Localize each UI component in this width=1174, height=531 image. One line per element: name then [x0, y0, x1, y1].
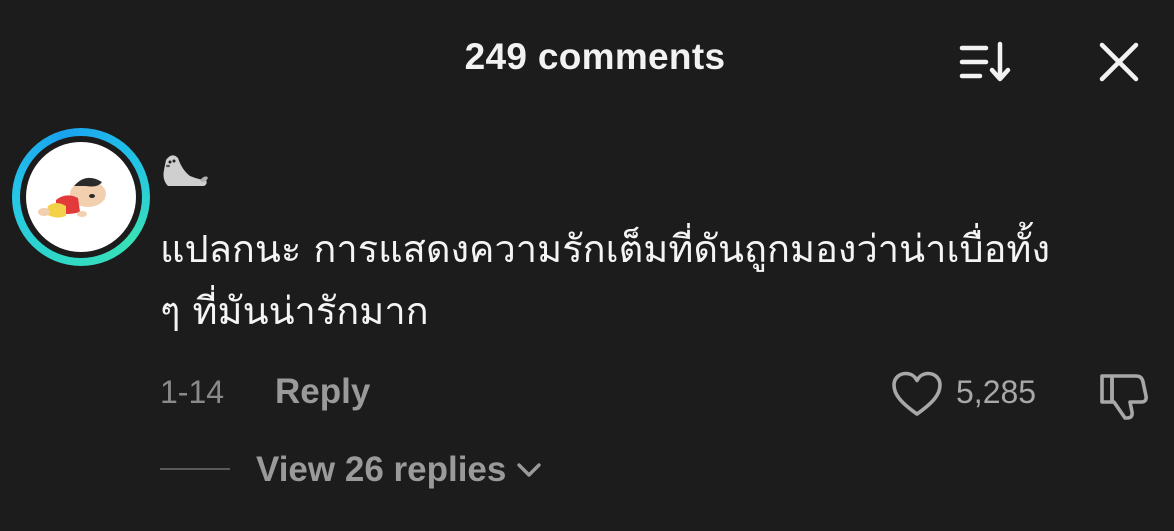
like-button[interactable] [890, 370, 944, 418]
close-icon [1099, 42, 1139, 82]
sort-descending-icon [959, 41, 1011, 82]
chevron-down-icon [517, 463, 542, 477]
comment-text-line-2: ๆ ที่มันน่ารักมาก [160, 289, 429, 333]
close-button[interactable] [1096, 40, 1142, 84]
avatar-image [26, 142, 136, 252]
heart-icon [892, 371, 942, 416]
dislike-button[interactable] [1098, 370, 1152, 422]
seal-icon [163, 155, 208, 186]
username-emoji[interactable] [160, 150, 210, 190]
like-count: 5,285 [956, 374, 1037, 410]
comment-date: 1-14 [160, 374, 225, 410]
replies-divider [160, 468, 230, 470]
avatar-border [20, 136, 142, 258]
avatar[interactable] [12, 128, 150, 266]
view-replies-button[interactable]: View 26 replies [256, 450, 544, 490]
cartoon-character-icon [38, 177, 106, 218]
thumbs-down-icon [1100, 374, 1148, 420]
comment-text: แปลกนะ การแสดงความรักเต็มที่ดันถูกมองว่า… [160, 218, 1170, 342]
comments-sheet: 249 comments แปลกนะ การแสดงความรักเต็มที… [0, 0, 1174, 531]
comment-text-line-1: แปลกนะ การแสดงความรักเต็มที่ดันถูกมองว่า… [160, 227, 1050, 271]
sort-button[interactable] [958, 40, 1014, 84]
reply-button[interactable]: Reply [275, 372, 370, 412]
view-replies-label: View 26 replies [256, 450, 507, 489]
